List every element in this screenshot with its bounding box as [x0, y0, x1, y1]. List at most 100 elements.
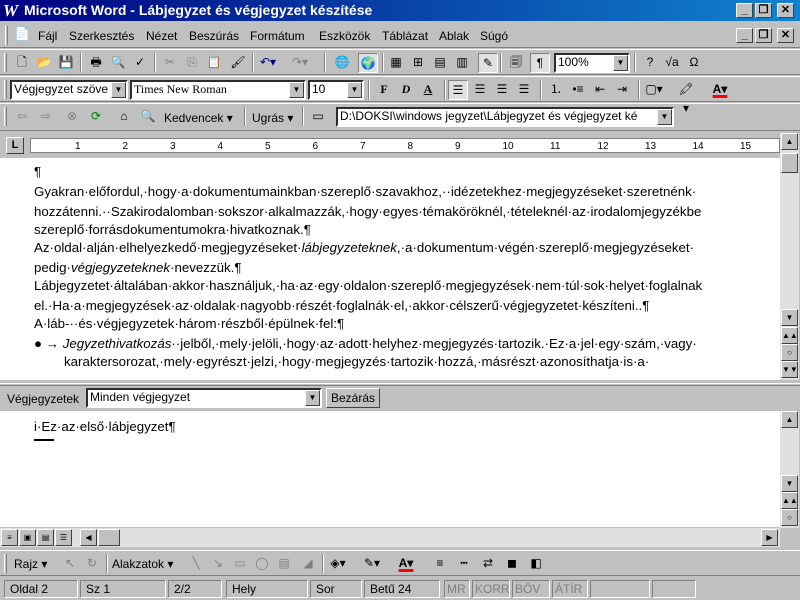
doc-minimize-button[interactable]: _: [736, 28, 753, 43]
close-notes-button[interactable]: Bezárás: [326, 388, 380, 408]
open-icon[interactable]: 📂: [34, 53, 54, 73]
refresh-icon[interactable]: ⟳: [86, 107, 106, 127]
next-page-button[interactable]: ▼▼: [781, 361, 798, 378]
align-left-icon[interactable]: ☰: [448, 80, 468, 100]
print-preview-icon[interactable]: 🔍: [108, 53, 128, 73]
ruler[interactable]: L 1 2 3 4 5 6 7 8 9 10 11 12 13 14 15: [0, 133, 800, 158]
menu-insert[interactable]: Beszúrás: [189, 29, 239, 43]
doc-restore-button[interactable]: ❐: [755, 28, 772, 43]
save-icon[interactable]: 💾: [56, 53, 76, 73]
columns-icon[interactable]: ▥: [452, 53, 472, 73]
text-box-icon[interactable]: ▤: [274, 554, 294, 574]
increase-indent-icon[interactable]: ⇥: [612, 80, 632, 100]
autoshapes-menu[interactable]: Alakzatok ▾: [112, 557, 173, 571]
outline-view-icon[interactable]: ☰: [55, 529, 72, 546]
border-icon[interactable]: ▢▾: [644, 80, 664, 100]
bold-button[interactable]: F: [374, 80, 394, 100]
scroll-thumb[interactable]: [781, 153, 798, 173]
shadow-icon[interactable]: ◼: [502, 554, 522, 574]
menu-format[interactable]: Formátum: [250, 29, 305, 43]
line-icon[interactable]: ╲: [186, 554, 206, 574]
align-right-icon[interactable]: ☰: [492, 80, 512, 100]
fill-color-icon[interactable]: ◈▾: [328, 554, 348, 574]
insert-excel-icon[interactable]: ▤: [430, 53, 450, 73]
dash-style-icon[interactable]: ┅: [454, 554, 474, 574]
zoom-select[interactable]: 100% ▼: [554, 53, 630, 73]
new-icon[interactable]: 🗋: [12, 53, 32, 73]
copy-icon[interactable]: ⎘: [182, 53, 202, 73]
minimize-button[interactable]: _: [736, 3, 753, 18]
font-size-select[interactable]: 10 ▼: [308, 80, 364, 100]
oval-icon[interactable]: ◯: [252, 554, 272, 574]
bullets-icon[interactable]: •≡: [568, 80, 588, 100]
spelling-icon[interactable]: ✓: [130, 53, 150, 73]
format-painter-icon[interactable]: 🖌: [228, 53, 248, 73]
notes-prev-button[interactable]: ▲▲: [781, 492, 798, 509]
menu-window[interactable]: Ablak: [439, 29, 469, 43]
ruler-strip[interactable]: 1 2 3 4 5 6 7 8 9 10 11 12 13 14 15: [30, 138, 780, 153]
document-map-icon[interactable]: 🗐: [506, 53, 526, 73]
menu-view[interactable]: Nézet: [146, 29, 177, 43]
notes-vertical-scrollbar[interactable]: ▲ ▼ ▲▲ ○: [780, 411, 799, 528]
underline-button[interactable]: A: [418, 80, 438, 100]
arrow-icon[interactable]: ↘: [208, 554, 228, 574]
forward-icon[interactable]: ⇨: [36, 107, 56, 127]
align-center-icon[interactable]: ☰: [470, 80, 490, 100]
notes-scroll-up-button[interactable]: ▲: [781, 411, 798, 428]
notes-scroll-down-button[interactable]: ▼: [781, 475, 798, 492]
symbol-icon[interactable]: Ω: [684, 53, 704, 73]
help-icon[interactable]: ?: [640, 53, 660, 73]
font-color-icon[interactable]: A▾: [710, 80, 730, 100]
doc-close-button[interactable]: ✕: [777, 28, 794, 43]
vertical-scrollbar[interactable]: ▲ ▼ ▲▲ ○ ▼▼: [780, 133, 799, 380]
draw-menu[interactable]: Rajz ▾: [14, 557, 47, 571]
web-toolbar-icon[interactable]: 🌍: [358, 53, 378, 73]
rectangle-icon[interactable]: ▭: [230, 554, 250, 574]
previous-page-button[interactable]: ▲▲: [781, 327, 798, 344]
scroll-up-button[interactable]: ▲: [781, 133, 798, 150]
home-icon[interactable]: ⌂: [114, 107, 134, 127]
scroll-right-button[interactable]: ▶: [761, 529, 778, 546]
decrease-indent-icon[interactable]: ⇤: [590, 80, 610, 100]
scroll-left-button[interactable]: ◀: [80, 529, 97, 546]
paste-icon[interactable]: 📋: [204, 53, 224, 73]
menu-edit[interactable]: Szerkesztés: [69, 29, 134, 43]
justify-icon[interactable]: ☰: [514, 80, 534, 100]
print-layout-icon[interactable]: ▤: [37, 529, 54, 546]
insert-table-icon[interactable]: ⊞: [408, 53, 428, 73]
notes-filter-select[interactable]: Minden végjegyzet ▼: [86, 388, 322, 408]
menu-help[interactable]: Súgó: [480, 29, 508, 43]
document-area[interactable]: ¶ Gyakran·előfordul,·hogy·a·dokumentumai…: [0, 158, 780, 380]
menu-file[interactable]: Fájl: [38, 29, 57, 43]
status-rec[interactable]: MR: [444, 580, 470, 598]
hyperlink-icon[interactable]: 🌐: [332, 53, 352, 73]
redo-icon[interactable]: ↷▾: [290, 53, 310, 73]
3d-icon[interactable]: ◧: [526, 554, 546, 574]
close-button[interactable]: ✕: [777, 3, 794, 18]
numbering-icon[interactable]: ⒈: [546, 80, 566, 100]
restore-button[interactable]: ❐: [755, 3, 772, 18]
go-menu[interactable]: Ugrás ▾: [252, 111, 293, 125]
arrow-style-icon[interactable]: ⇄: [478, 554, 498, 574]
notes-pane[interactable]: i·Ez·az·első·lábjegyzet¶: [0, 411, 780, 527]
address-select[interactable]: D:\DOKSI\windows jegyzet\Lábjegyzet és v…: [336, 107, 674, 127]
stop-icon[interactable]: ⊗: [62, 107, 82, 127]
cut-icon[interactable]: ✂: [160, 53, 180, 73]
print-icon[interactable]: 🖶: [86, 53, 106, 73]
status-ovr[interactable]: ÁTÍR: [552, 580, 588, 598]
web-layout-icon[interactable]: ▣: [19, 529, 36, 546]
highlight-icon[interactable]: 🖍▾: [676, 80, 696, 115]
line-style-icon[interactable]: ≡: [430, 554, 450, 574]
font-select[interactable]: Times New Roman ▼: [130, 80, 306, 100]
line-color-icon[interactable]: ✎▾: [362, 554, 382, 574]
free-rotate-icon[interactable]: ↻: [82, 554, 102, 574]
notes-browse-button[interactable]: ○: [781, 509, 798, 526]
style-select[interactable]: Végjegyzet szöve ▼: [10, 80, 128, 100]
draw-font-color-icon[interactable]: A▾: [396, 554, 416, 574]
menu-table[interactable]: Táblázat: [382, 29, 428, 43]
drawing-icon[interactable]: ✎: [478, 53, 498, 73]
select-objects-icon[interactable]: ↖: [60, 554, 80, 574]
wordart-icon[interactable]: ◢: [298, 554, 318, 574]
favorites-menu[interactable]: Kedvencek ▾: [164, 111, 233, 125]
select-browse-object-button[interactable]: ○: [781, 344, 798, 361]
